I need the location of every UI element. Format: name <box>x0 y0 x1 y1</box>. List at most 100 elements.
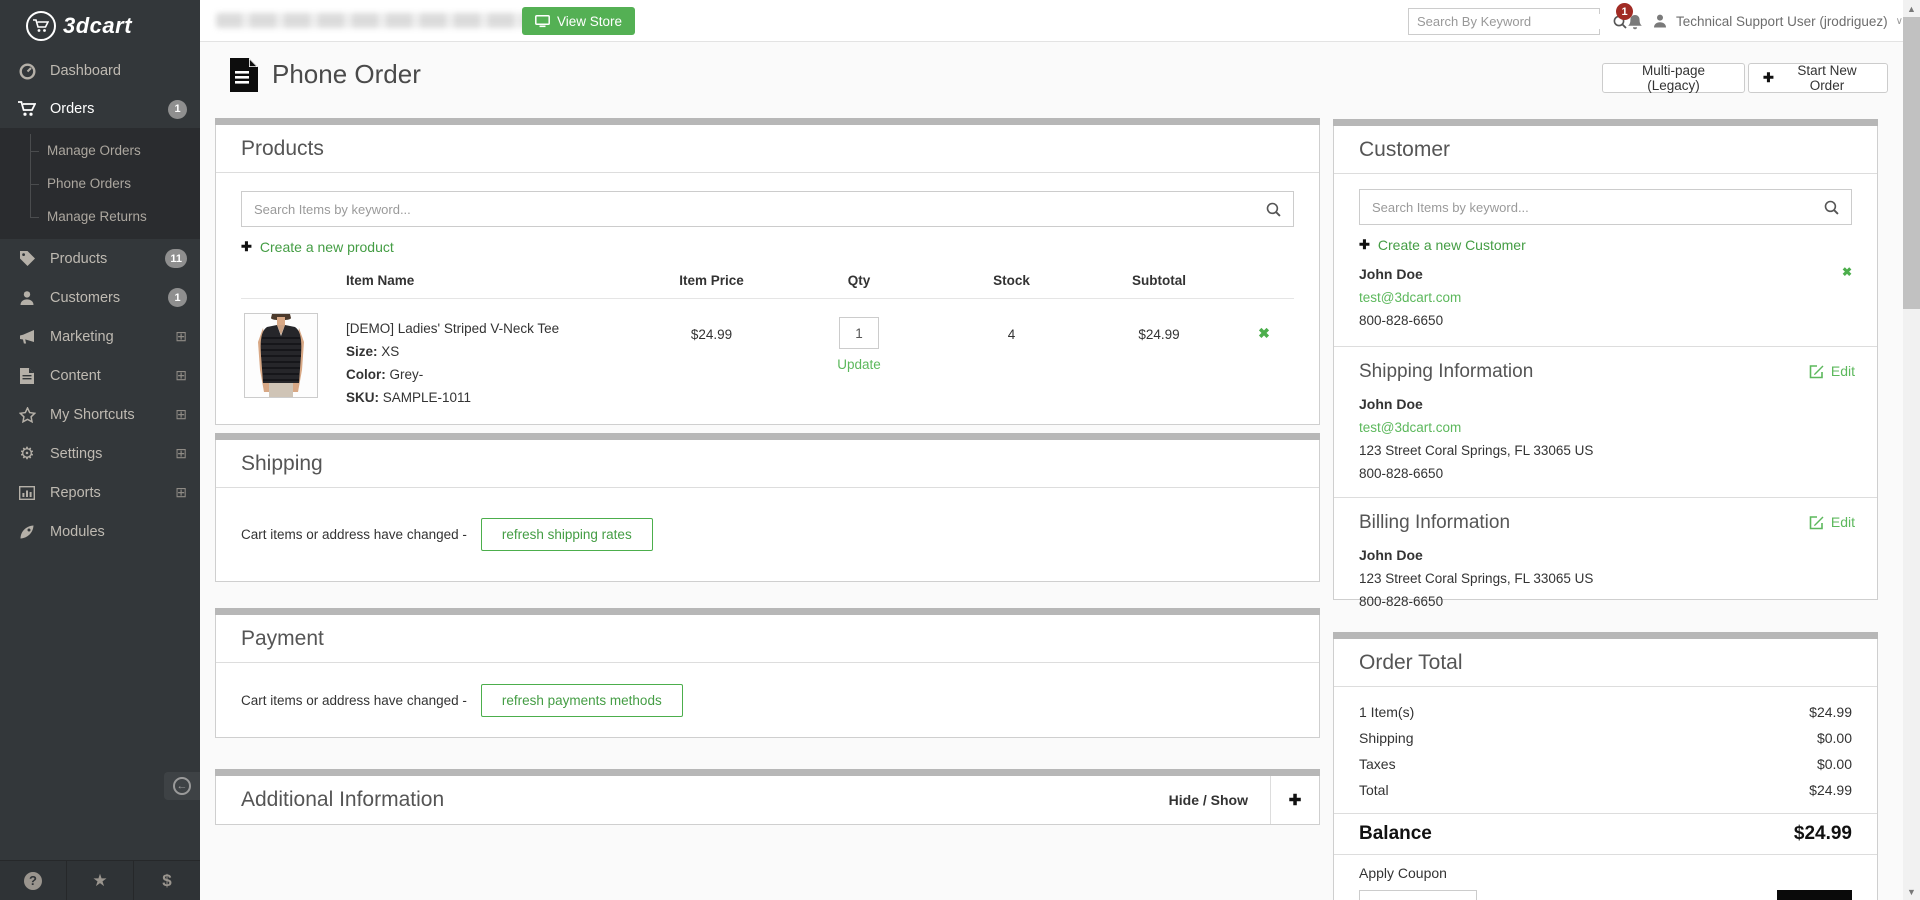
additional-information-title: Additional Information <box>241 788 1169 812</box>
megaphone-icon <box>17 329 37 345</box>
edit-shipping-link[interactable]: Edit <box>1809 363 1855 379</box>
payment-title: Payment <box>216 615 1319 663</box>
sidebar-item-products[interactable]: Products 11 <box>0 239 200 278</box>
edit-billing-link[interactable]: Edit <box>1809 514 1855 530</box>
refresh-shipping-rates-button[interactable]: refresh shipping rates <box>481 518 653 551</box>
tag-icon <box>17 250 37 267</box>
col-stock: Stock <box>939 273 1084 288</box>
create-new-product-link[interactable]: ✚ Create a new product <box>241 239 1294 255</box>
customer-email-link[interactable]: test@3dcart.com <box>1359 286 1852 309</box>
expand-icon[interactable]: ⊞ <box>175 484 187 501</box>
balance-value: $24.99 <box>1794 823 1852 845</box>
star-icon: ★ <box>92 871 107 891</box>
product-search <box>241 191 1294 227</box>
expand-icon[interactable]: ⊞ <box>175 367 187 384</box>
chevron-down-icon: ∨ <box>1896 16 1903 27</box>
phone-order-page: 3dcart Dashboard Orders 1 Manage Orders … <box>0 0 1920 900</box>
product-search-input[interactable] <box>242 202 1254 217</box>
shipping-email-link[interactable]: test@3dcart.com <box>1359 416 1852 439</box>
start-new-order-button[interactable]: ✚ Start New Order <box>1748 63 1888 93</box>
panel-drag-bar <box>215 769 1320 776</box>
billing-information-section: Billing Information Edit John Doe 123 St… <box>1334 497 1877 625</box>
help-button[interactable]: ? <box>0 861 67 900</box>
global-search <box>1408 8 1600 35</box>
scrollbar-thumb[interactable] <box>1903 17 1920 309</box>
update-qty-link[interactable]: Update <box>837 357 881 372</box>
sidebar-footer: ? ★ $ <box>0 860 200 900</box>
sidebar-item-marketing[interactable]: Marketing ⊞ <box>0 317 200 356</box>
apply-coupon-button[interactable]: APPLY <box>1777 890 1852 900</box>
customer-search <box>1359 189 1852 225</box>
col-qty: Qty <box>779 273 939 288</box>
product-name: [DEMO] Ladies' Striped V-Neck Tee <box>346 317 644 340</box>
product-thumbnail[interactable] <box>244 313 318 398</box>
expand-icon[interactable]: ⊞ <box>175 406 187 423</box>
scrollbar-down-arrow[interactable]: ▼ <box>1903 883 1920 900</box>
panel-drag-bar <box>1333 632 1878 639</box>
redacted-store-url <box>216 13 536 28</box>
sidebar-item-dashboard[interactable]: Dashboard <box>0 52 200 90</box>
apply-coupon-label: Apply Coupon <box>1359 865 1852 881</box>
sidebar-item-manage-returns[interactable]: Manage Returns <box>0 200 200 233</box>
edit-pencil-icon <box>1809 364 1824 379</box>
notifications-button[interactable]: 1 <box>1625 6 1655 36</box>
remove-product-button[interactable]: ✖ <box>1234 313 1294 342</box>
payment-changed-message: Cart items or address have changed - <box>241 693 467 708</box>
remove-customer-button[interactable]: ✖ <box>1842 265 1852 279</box>
shipping-address: 123 Street Coral Springs, FL 33065 US <box>1359 439 1852 462</box>
product-info: [DEMO] Ladies' Striped V-Neck Tee Size: … <box>346 313 644 409</box>
customer-search-input[interactable] <box>1360 200 1812 215</box>
shipping-phone: 800-828-6650 <box>1359 462 1852 485</box>
apply-coupon-block: Apply Coupon APPLY <box>1334 855 1877 900</box>
sidebar-collapse-button[interactable]: ← <box>164 772 200 800</box>
sidebar-item-settings[interactable]: ⚙ Settings ⊞ <box>0 434 200 473</box>
order-total-title: Order Total <box>1334 639 1877 687</box>
expand-icon[interactable]: ⊞ <box>175 328 187 345</box>
plus-icon: ✚ <box>1763 70 1774 86</box>
rocket-icon <box>17 524 37 540</box>
products-panel: Products ✚ Create a new product Item Nam… <box>215 118 1320 425</box>
billing-button[interactable]: $ <box>134 861 200 900</box>
brand-logo[interactable]: 3dcart <box>0 0 200 52</box>
gears-icon: ⚙ <box>17 445 37 462</box>
hide-show-toggle[interactable]: Hide / Show <box>1169 792 1270 808</box>
coupon-input[interactable] <box>1359 890 1477 900</box>
sidebar-item-my-shortcuts[interactable]: My Shortcuts ⊞ <box>0 395 200 434</box>
customers-count-badge: 1 <box>168 288 187 307</box>
shipping-changed-message: Cart items or address have changed - <box>241 527 467 542</box>
page-scrollbar[interactable]: ▲ ▼ <box>1903 0 1920 900</box>
customer-phone: 800-828-6650 <box>1359 309 1852 332</box>
search-icon[interactable] <box>1254 202 1293 217</box>
balance-row: Balance $24.99 <box>1334 814 1877 855</box>
scrollbar-up-arrow[interactable]: ▲ <box>1903 0 1920 17</box>
shipping-name: John Doe <box>1359 393 1852 416</box>
sidebar: 3dcart Dashboard Orders 1 Manage Orders … <box>0 0 200 900</box>
sidebar-item-orders[interactable]: Orders 1 <box>0 90 200 128</box>
customer-name: John Doe <box>1359 263 1852 286</box>
products-title: Products <box>216 125 1319 173</box>
multipage-legacy-button[interactable]: Multi-page (Legacy) <box>1602 63 1745 93</box>
sidebar-item-phone-orders[interactable]: Phone Orders <box>0 167 200 200</box>
global-search-input[interactable] <box>1409 14 1601 29</box>
view-store-button[interactable]: View Store <box>522 7 635 35</box>
shipping-information-section: Shipping Information Edit John Doe test@… <box>1334 346 1877 497</box>
expand-section-button[interactable]: ✚ <box>1271 791 1319 809</box>
sidebar-item-modules[interactable]: Modules <box>0 512 200 551</box>
sidebar-item-content[interactable]: Content ⊞ <box>0 356 200 395</box>
order-total-row: Total $24.99 <box>1359 777 1852 803</box>
user-menu[interactable]: Technical Support User (jrodriguez) ∨ <box>1652 0 1903 42</box>
sidebar-item-reports[interactable]: Reports ⊞ <box>0 473 200 512</box>
sidebar-item-manage-orders[interactable]: Manage Orders <box>0 134 200 167</box>
selected-customer: John Doe test@3dcart.com 800-828-6650 ✖ <box>1359 263 1852 346</box>
favorites-button[interactable]: ★ <box>67 861 134 900</box>
search-icon[interactable] <box>1812 200 1851 215</box>
sidebar-item-customers[interactable]: Customers 1 <box>0 278 200 317</box>
collapse-arrow-icon: ← <box>173 777 191 795</box>
monitor-icon <box>535 15 550 28</box>
file-icon <box>17 368 37 384</box>
order-total-panel: Order Total 1 Item(s) $24.99 Shipping $0… <box>1333 632 1878 900</box>
refresh-payment-methods-button[interactable]: refresh payments methods <box>481 684 683 717</box>
create-new-customer-link[interactable]: ✚ Create a new Customer <box>1359 237 1852 253</box>
expand-icon[interactable]: ⊞ <box>175 445 187 462</box>
qty-input[interactable] <box>839 317 879 349</box>
